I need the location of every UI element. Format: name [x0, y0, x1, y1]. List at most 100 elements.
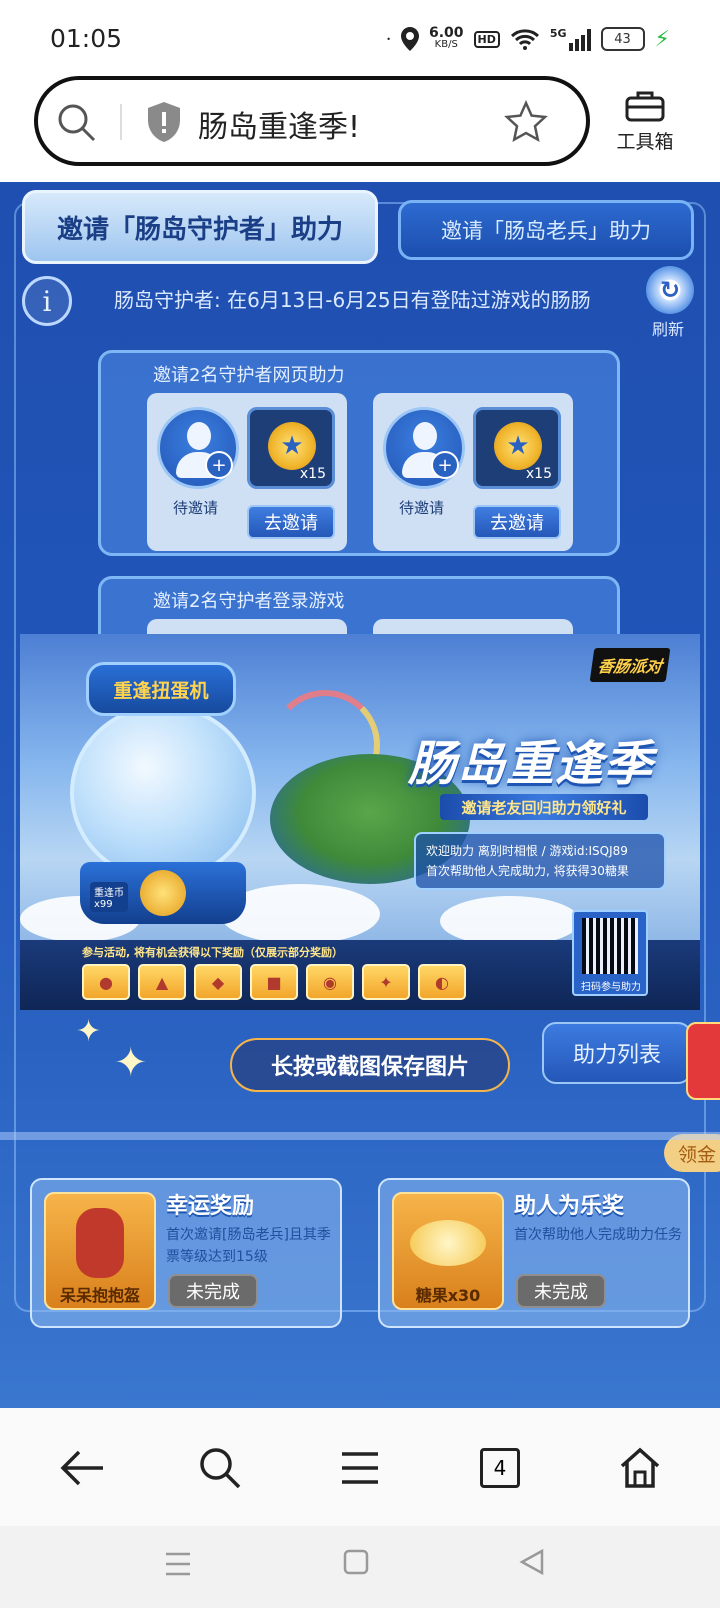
tabs-button[interactable]: 4: [470, 1438, 530, 1498]
add-icon[interactable]: +: [205, 451, 233, 479]
refresh-icon[interactable]: ↻: [646, 266, 694, 314]
reward-coin: ★ x15: [473, 407, 561, 489]
reward-name: 呆呆抱抱盔: [59, 1286, 140, 1305]
tab-guardian[interactable]: 邀请「肠岛守护者」助力: [22, 190, 378, 264]
card-title: 助人为乐奖: [514, 1194, 625, 1219]
candy-reward-image: 糖果x30: [392, 1192, 504, 1310]
reward-candy-icon: ◐: [418, 964, 466, 1000]
panel-web-help: 邀请2名守护者网页助力 + ★ x15 待邀请 去邀请 + ★ x15 待邀请 …: [98, 350, 620, 556]
address-bar[interactable]: 肠岛重逢季!: [34, 76, 590, 166]
qr-pattern: [582, 918, 638, 974]
home-square-icon[interactable]: [342, 1548, 370, 1576]
machine-base: 重逢币 x99: [80, 862, 246, 924]
search-icon[interactable]: [56, 102, 98, 144]
location-icon: [400, 27, 419, 51]
reward-quantity: x15: [525, 466, 552, 482]
info-text: 肠岛守护者: 在6月13日-6月25日有登陆过游戏的肠肠: [114, 288, 591, 312]
signal-icon: 5G: [550, 27, 591, 51]
game-page: 邀请「肠岛守护者」助力 邀请「肠岛老兵」助力 i 肠岛守护者: 在6月13日-6…: [0, 182, 720, 1408]
status-bar: 01:05 • 6.00 KB/S HD 5G 43 ⚡: [0, 0, 720, 76]
invite-button[interactable]: 去邀请: [473, 505, 561, 539]
qr-label: 扫码参与助力: [581, 982, 641, 993]
panel-title: 邀请2名守护者登录游戏: [153, 591, 345, 612]
url-text[interactable]: 肠岛重逢季!: [198, 102, 360, 146]
back-button[interactable]: [52, 1438, 112, 1498]
poster-info-line: 首次帮助他人完成助力, 将获得30糖果: [426, 864, 629, 878]
reward-rocket-icon: ▲: [138, 964, 186, 1000]
sparkle-icon: ✦: [114, 1040, 148, 1086]
star-coin-icon: ★: [494, 422, 542, 470]
knob-icon: [140, 870, 186, 916]
divider: [0, 1132, 720, 1140]
network-speed: 6.00 KB/S: [428, 25, 464, 50]
gacha-dome: [70, 704, 256, 882]
add-icon[interactable]: +: [431, 451, 459, 479]
status-button[interactable]: 未完成: [168, 1274, 258, 1308]
share-poster[interactable]: 重逢扭蛋机 重逢币 x99 香肠派对 肠岛重逢季 邀请老友回归助力领好礼 欢迎助力…: [20, 634, 700, 1010]
poster-title: 肠岛重逢季: [408, 736, 654, 792]
wifi-icon: [510, 29, 539, 50]
reward-cake-icon: ■: [250, 964, 298, 1000]
system-nav-bar: [0, 1526, 720, 1608]
save-image-hint: 长按或截图保存图片: [230, 1038, 510, 1092]
sparkle-icon: ✦: [76, 1014, 102, 1049]
star-icon[interactable]: [504, 100, 548, 144]
slot-status: 待邀请: [173, 499, 219, 517]
helmet-reward-image: 呆呆抱抱盔: [44, 1192, 156, 1310]
invite-slot: + ★ x15 待邀请 去邀请: [147, 393, 347, 551]
card-description: 首次邀请[肠岛老兵]且其季票等级达到15级: [166, 1227, 331, 1265]
back-triangle-icon[interactable]: [518, 1548, 546, 1576]
cloud: [440, 896, 580, 946]
invite-button[interactable]: 去邀请: [247, 505, 335, 539]
reward-gem-icon: ✦: [362, 964, 410, 1000]
reward-helmet-icon: ●: [82, 964, 130, 1000]
browser-bottom-nav: 4: [0, 1408, 720, 1526]
dot-icon: •: [386, 34, 391, 44]
charging-icon: ⚡: [654, 26, 670, 52]
poster-info: 欢迎助力 离别时相恨 / 游戏id:ISQJ89 首次帮助他人完成助力, 将获得…: [414, 832, 666, 890]
toolbox-button[interactable]: 工具箱: [610, 90, 680, 160]
rewards-caption: 参与活动, 将有机会获得以下奖励（仅展示部分奖励）: [82, 946, 344, 959]
home-icon: [620, 1447, 660, 1488]
battery-icon: 43: [600, 27, 645, 51]
toolbox-icon: [625, 91, 665, 122]
divider: [120, 104, 122, 140]
poster-subtitle: 邀请老友回归助力领好礼: [440, 794, 648, 820]
menu-button[interactable]: [330, 1438, 390, 1498]
machine-currency: 重逢币 x99: [90, 882, 128, 912]
tabs-count: 4: [480, 1448, 520, 1488]
star-coin-icon: ★: [268, 422, 316, 470]
tab-veteran[interactable]: 邀请「肠岛老兵」助力: [398, 200, 694, 260]
status-button[interactable]: 未完成: [516, 1274, 606, 1308]
reward-quantity: x15: [299, 466, 326, 482]
rewards-row: ● ▲ ◆ ■ ◉ ✦ ◐: [82, 964, 466, 1000]
home-button[interactable]: [610, 1438, 670, 1498]
hd-icon: HD: [473, 30, 500, 48]
info-icon[interactable]: i: [22, 276, 72, 326]
menu-icon: [342, 1452, 378, 1484]
panel-title: 邀请2名守护者网页助力: [153, 365, 345, 386]
card-lucky-reward: 呆呆抱抱盔 幸运奖励 首次邀请[肠岛老兵]且其季票等级达到15级 未完成: [30, 1178, 342, 1328]
shield-icon[interactable]: [146, 100, 182, 144]
poster-info-line: 欢迎助力 离别时相恨 / 游戏id:ISQJ89: [426, 844, 628, 858]
refresh-label[interactable]: 刷新: [652, 316, 684, 340]
toolbox-label: 工具箱: [616, 131, 674, 153]
machine-label: 重逢扭蛋机: [86, 662, 236, 716]
helmet-icon: [76, 1208, 124, 1278]
reward-coin: ★ x15: [247, 407, 335, 489]
search-button[interactable]: [190, 1438, 250, 1498]
recents-icon[interactable]: [164, 1550, 192, 1578]
invite-slot: + ★ x15 待邀请 去邀请: [373, 393, 573, 551]
reward-bottles-icon: ◆: [194, 964, 242, 1000]
slot-status: 待邀请: [399, 499, 445, 517]
search-icon: [200, 1448, 241, 1489]
help-list-button[interactable]: 助力列表: [542, 1022, 692, 1084]
red-envelope-icon[interactable]: [686, 1022, 720, 1100]
card-description: 首次帮助他人完成助力任务: [514, 1227, 682, 1243]
back-arrow-icon: [60, 1450, 103, 1486]
status-icons: • 6.00 KB/S HD 5G 43 ⚡: [386, 22, 670, 56]
candy-icon: [410, 1220, 486, 1266]
gacha-machine: 重逢扭蛋机 重逢币 x99: [66, 662, 256, 924]
reward-name: 糖果x30: [415, 1286, 481, 1305]
card-title: 幸运奖励: [166, 1194, 255, 1219]
